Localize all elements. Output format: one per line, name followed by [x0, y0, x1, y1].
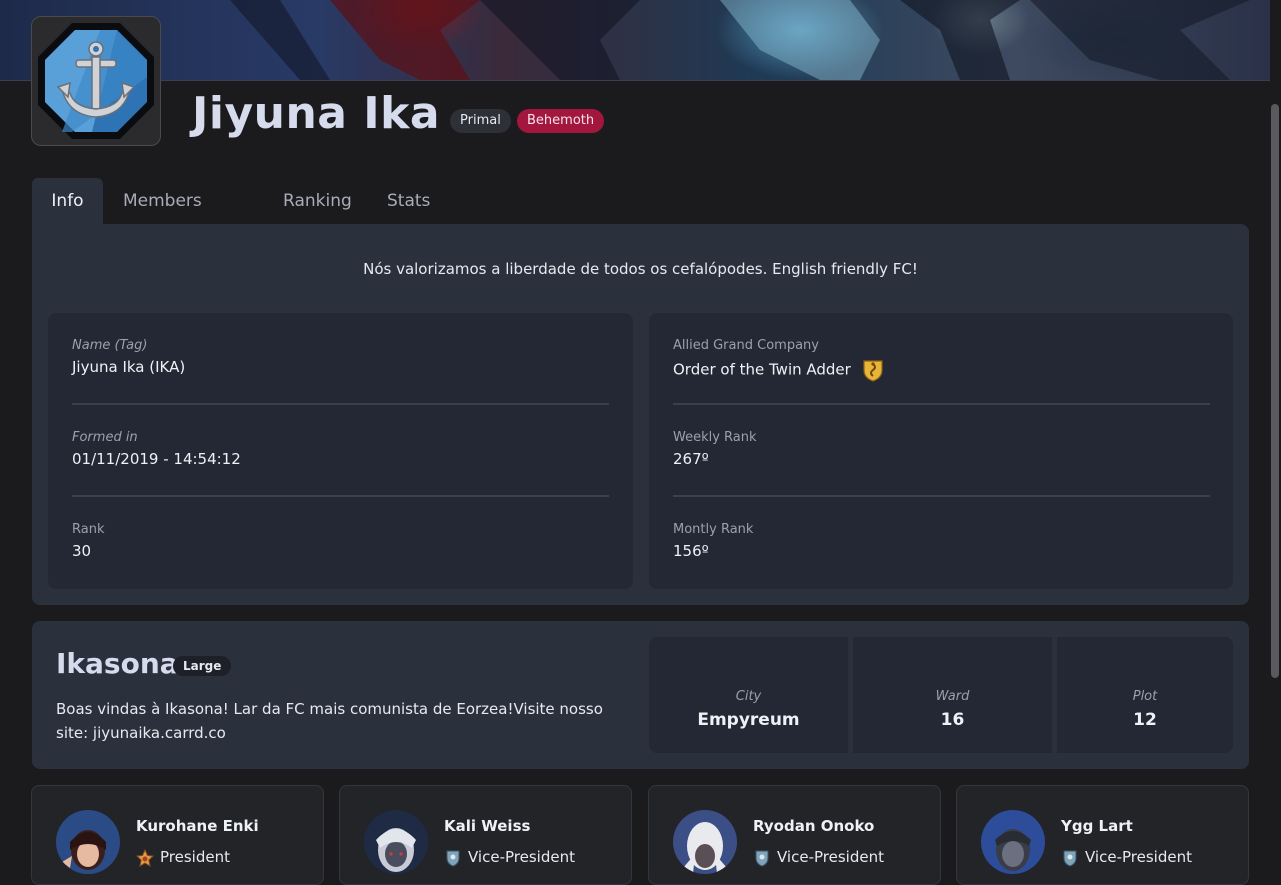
member-name: Kali Weiss [444, 817, 531, 835]
fc-crest [31, 16, 161, 146]
member-card[interactable]: Kurohane Enki President [31, 785, 324, 885]
member-role: Vice-President [468, 848, 575, 866]
estate-ward: Ward 16 [853, 637, 1052, 753]
member-avatar [673, 810, 737, 874]
scrollbar-thumb[interactable] [1271, 104, 1279, 678]
name-tag-value: Jiyuna Ika (IKA) [72, 358, 186, 376]
name-tag-label: Name (Tag) [72, 338, 148, 353]
monthly-rank-value: 156º [673, 542, 709, 560]
rank-field: Rank 30 [72, 522, 609, 560]
fc-name-title: Jiyuna Ika [192, 88, 441, 139]
weekly-rank-label: Weekly Rank [673, 430, 757, 445]
president-rank-icon [136, 848, 154, 867]
tab-info[interactable]: Info [32, 178, 103, 224]
estate-name: Ikasona [56, 647, 179, 680]
rank-value: 30 [72, 542, 92, 560]
plot-value: 12 [1133, 710, 1157, 730]
grand-company-value: Order of the Twin Adder [673, 360, 851, 379]
formed-value: 01/11/2019 - 14:54:12 [72, 450, 241, 468]
weekly-rank-value: 267º [673, 450, 709, 468]
city-label: City [735, 689, 762, 704]
world-badge: Behemoth [517, 109, 605, 133]
fc-ranking-card: Allied Grand Company Order of the Twin A… [649, 313, 1233, 589]
rank-label: Rank [72, 522, 105, 537]
member-avatar [981, 810, 1045, 874]
member-role: Vice-President [1085, 848, 1192, 866]
fc-details-card: Name (Tag) Jiyuna Ika (IKA) Formed in 01… [48, 313, 633, 589]
member-card[interactable]: Ryodan Onoko Vice-President [648, 785, 941, 885]
divider [673, 495, 1210, 497]
vice-president-rank-icon [446, 850, 460, 867]
info-panel: Nós valorizamos a liberdade de todos os … [32, 224, 1249, 605]
data-center-badge: Primal [450, 109, 511, 133]
grand-company-field: Allied Grand Company Order of the Twin A… [673, 338, 1210, 382]
divider [72, 495, 609, 497]
estate-greeting: Boas vindas à Ikasona! Lar da FC mais co… [56, 700, 603, 742]
city-value: Empyreum [697, 710, 800, 730]
weekly-rank-field: Weekly Rank 267º [673, 430, 1210, 468]
member-role: Vice-President [777, 848, 884, 866]
monthly-rank-label: Montly Rank [673, 522, 754, 537]
header-banner-image [0, 0, 1270, 81]
grand-company-label: Allied Grand Company [673, 338, 819, 353]
formed-field: Formed in 01/11/2019 - 14:54:12 [72, 430, 609, 468]
vice-president-rank-icon [1063, 850, 1077, 867]
divider [673, 403, 1210, 405]
estate-plot: Plot 12 [1057, 637, 1233, 753]
estate-city: City Empyreum [649, 637, 848, 753]
plot-label: Plot [1132, 689, 1158, 704]
tab-ranking[interactable]: Ranking [283, 178, 352, 224]
divider [72, 403, 609, 405]
monthly-rank-field: Montly Rank 156º [673, 522, 1210, 560]
member-name: Kurohane Enki [136, 817, 259, 835]
member-name: Ryodan Onoko [753, 817, 875, 835]
member-role: President [160, 848, 230, 866]
tab-stats[interactable]: Stats [387, 178, 430, 224]
ward-value: 16 [940, 710, 965, 730]
estate-size-badge: Large [173, 656, 232, 676]
member-avatar [56, 810, 120, 874]
estate-panel: Ikasona Large Boas vindas à Ikasona! Lar… [32, 621, 1249, 769]
anchor-icon [38, 23, 154, 139]
tab-members[interactable]: Members (170) [123, 178, 202, 257]
member-avatar [364, 810, 428, 874]
ward-label: Ward [935, 689, 970, 704]
fc-slogan: Nós valorizamos a liberdade de todos os … [363, 260, 918, 278]
member-card[interactable]: Ygg Lart Vice-President [956, 785, 1249, 885]
formed-label: Formed in [72, 430, 138, 445]
member-card[interactable]: Kali Weiss Vice-President [339, 785, 632, 885]
twin-adder-icon [863, 360, 883, 382]
name-tag-field: Name (Tag) Jiyuna Ika (IKA) [72, 338, 609, 376]
member-name: Ygg Lart [1061, 817, 1133, 835]
vice-president-rank-icon [755, 850, 769, 867]
